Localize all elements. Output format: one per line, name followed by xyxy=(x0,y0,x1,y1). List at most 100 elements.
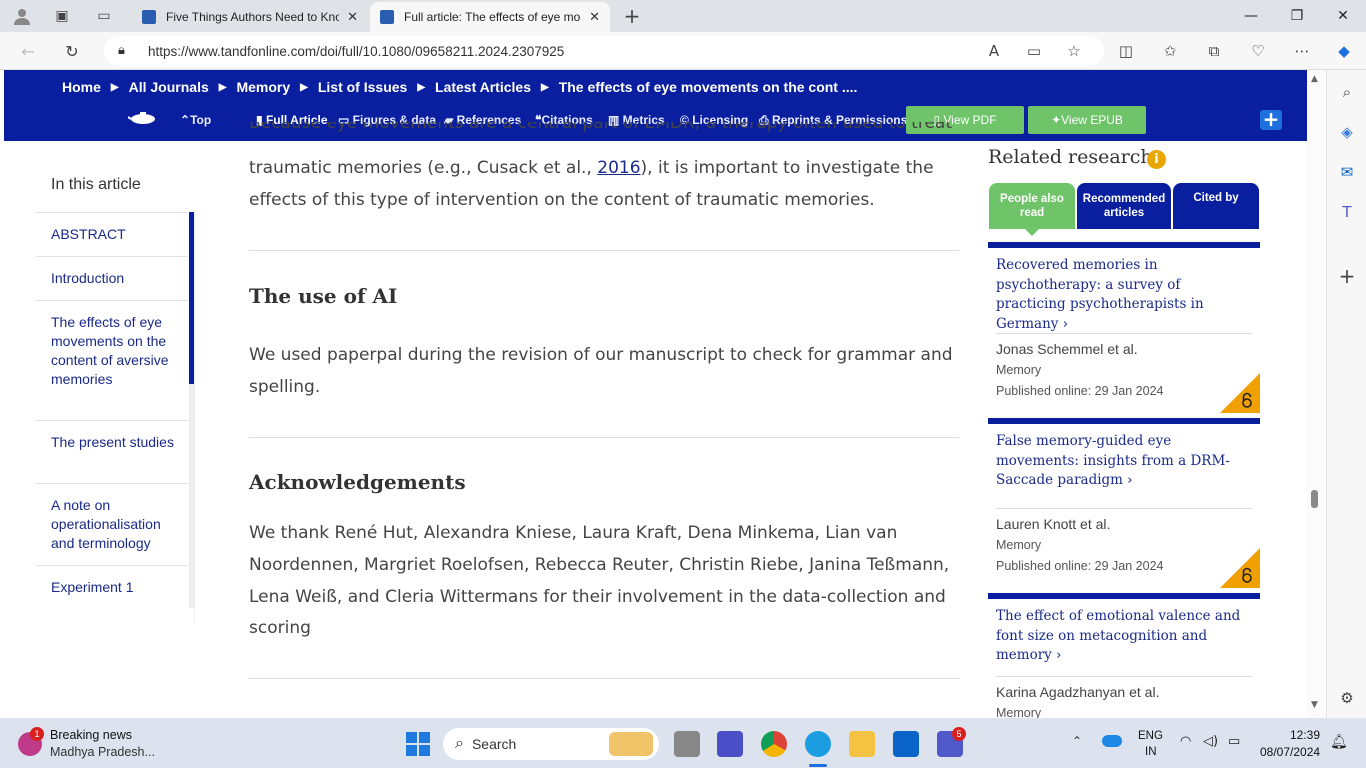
card-date: Published online: 29 Jan 2024 xyxy=(996,559,1164,573)
toc-item-effects-eye-movements[interactable]: The effects of eye movements on the cont… xyxy=(51,313,181,389)
battery-icon[interactable]: ▭ xyxy=(1228,734,1240,749)
scroll-down-icon[interactable]: ▼ xyxy=(1311,700,1318,710)
volume-icon[interactable]: ◁) xyxy=(1203,734,1218,749)
card-authors: Lauren Knott et al. xyxy=(996,516,1111,532)
copilot-icon[interactable]: ◆ xyxy=(1330,38,1358,64)
chrome-icon[interactable] xyxy=(761,731,787,757)
region-label[interactable]: IN xyxy=(1145,746,1157,758)
card-date: Published online: 29 Jan 2024 xyxy=(996,384,1164,398)
outlook-taskbar-icon[interactable] xyxy=(893,731,919,757)
card-top-bar xyxy=(988,593,1260,599)
toc-item-abstract[interactable]: ABSTRACT xyxy=(51,225,181,244)
paragraph-use-of-ai: We used paperpal during the revision of … xyxy=(249,345,953,397)
immersive-reader-icon[interactable]: ▭ xyxy=(1020,38,1048,64)
related-card-2-title[interactable]: False memory-guided eye movements: insig… xyxy=(996,432,1254,491)
lock-icon[interactable]: 🔒︎ xyxy=(118,43,125,58)
wifi-icon[interactable]: ◠ xyxy=(1180,734,1191,749)
related-card-3-title[interactable]: The effect of emotional valence and font… xyxy=(996,607,1254,666)
language-label[interactable]: ENG xyxy=(1138,730,1163,742)
breadcrumb: Home ▶ All Journals ▶ Memory ▶ List of I… xyxy=(62,75,857,99)
section-divider xyxy=(249,678,959,679)
breadcrumb-latest-articles[interactable]: Latest Articles xyxy=(435,79,531,95)
breadcrumb-all-journals[interactable]: All Journals xyxy=(129,79,209,95)
tab-full-article[interactable]: Full article: The effects of eye mo ✕ xyxy=(370,2,610,32)
tab-cited-by[interactable]: Cited by xyxy=(1173,183,1259,229)
toc-item-introduction[interactable]: Introduction xyxy=(51,269,181,288)
new-tab-icon[interactable]: + xyxy=(618,4,646,28)
file-explorer-icon[interactable] xyxy=(849,731,875,757)
profile-icon[interactable] xyxy=(8,4,36,28)
share-plus-button[interactable]: + xyxy=(1260,109,1282,130)
breadcrumb-arrow-icon: ▶ xyxy=(218,81,227,93)
info-icon[interactable]: i xyxy=(1147,150,1166,169)
page-scrollbar[interactable]: ▲ ▼ xyxy=(1307,70,1326,718)
breadcrumb-list-of-issues[interactable]: List of Issues xyxy=(318,79,407,95)
news-title[interactable]: Breaking news xyxy=(50,728,132,742)
breadcrumb-home[interactable]: Home xyxy=(62,79,101,95)
scroll-up-icon[interactable]: ▲ xyxy=(1311,74,1318,84)
favorites-icon[interactable]: ✩ xyxy=(1156,38,1184,64)
chevron-up-icon[interactable]: ⌃ xyxy=(1072,734,1082,748)
paragraph-cut-line: Because eye movements are a central part… xyxy=(249,122,959,141)
close-tab-icon[interactable]: ✕ xyxy=(347,9,358,25)
citation-link[interactable]: 2016 xyxy=(597,158,640,178)
clock-date[interactable]: 08/07/2024 xyxy=(1260,745,1320,759)
breadcrumb-memory[interactable]: Memory xyxy=(236,79,290,95)
card-top-bar xyxy=(988,242,1260,248)
restore-icon[interactable]: ❐ xyxy=(1274,0,1320,32)
search-icon[interactable]: ⌕ xyxy=(1335,80,1359,104)
search-icon: ⌕ xyxy=(455,735,464,752)
url-text[interactable]: https://www.tandfonline.com/doi/full/10.… xyxy=(148,44,564,59)
view-epub-button[interactable]: ✦ View EPUB xyxy=(1028,106,1146,134)
paragraph-text: traumatic memories (e.g., Cusack et al., xyxy=(249,158,598,178)
workspaces-icon[interactable]: ▣ xyxy=(48,4,76,28)
onedrive-icon[interactable] xyxy=(1102,735,1122,747)
favorite-star-icon[interactable]: ☆ xyxy=(1060,38,1088,64)
close-window-icon[interactable]: ✕ xyxy=(1320,0,1366,32)
add-app-icon[interactable]: + xyxy=(1335,264,1359,288)
browser-essentials-icon[interactable]: ♡ xyxy=(1244,38,1272,64)
toc-item-note-operationalisation[interactable]: A note on operationalisation and termino… xyxy=(51,496,181,553)
windows-start-icon[interactable] xyxy=(405,731,431,757)
task-view-icon[interactable] xyxy=(674,731,700,757)
back-icon[interactable]: ← xyxy=(14,38,42,64)
chevron-right-icon: › xyxy=(1127,472,1133,488)
minimize-icon[interactable]: — xyxy=(1228,0,1274,32)
site-favicon-icon xyxy=(380,10,394,24)
collections-icon[interactable]: ⧉ xyxy=(1200,38,1228,64)
read-aloud-icon[interactable]: A xyxy=(980,38,1008,64)
refresh-icon[interactable]: ↻ xyxy=(58,38,86,64)
scrollbar-thumb[interactable] xyxy=(1311,490,1318,508)
tab-five-things[interactable]: Five Things Authors Need to Kno ✕ xyxy=(132,2,368,32)
view-epub-label: View EPUB xyxy=(1061,113,1123,127)
windows-taskbar: 1 Breaking news Madhya Pradesh... ⌕ Sear… xyxy=(0,718,1366,768)
top-link[interactable]: ⌃Top xyxy=(180,113,211,127)
edge-icon[interactable] xyxy=(805,731,831,757)
sidebar-settings-icon[interactable]: ⚙ xyxy=(1335,686,1359,710)
settings-more-icon[interactable]: ⋯ xyxy=(1288,38,1316,64)
teams-badge: 5 xyxy=(952,727,966,741)
close-tab-icon[interactable]: ✕ xyxy=(589,9,600,25)
card-title-text: False memory-guided eye movements: insig… xyxy=(996,433,1230,488)
card-top-bar xyxy=(988,418,1260,424)
news-subtitle[interactable]: Madhya Pradesh... xyxy=(50,745,155,759)
clock-time[interactable]: 12:39 xyxy=(1290,728,1320,742)
related-card-1-title[interactable]: Recovered memories in psychotherapy: a s… xyxy=(996,256,1254,334)
tab-actions-icon[interactable]: ▭ xyxy=(90,4,118,28)
copilot-app-icon[interactable]: ◈ xyxy=(1335,120,1359,144)
tab-people-also-read[interactable]: People also read xyxy=(989,183,1075,229)
meet-icon[interactable] xyxy=(717,731,743,757)
tab-recommended-articles[interactable]: Recommended articles xyxy=(1077,183,1171,229)
toc-item-present-studies[interactable]: The present studies xyxy=(51,433,181,452)
tandf-lamp-logo-icon[interactable] xyxy=(127,110,158,126)
taskbar-search[interactable]: ⌕ Search xyxy=(443,728,659,760)
teams-icon[interactable]: T xyxy=(1335,200,1359,224)
card-authors: Jonas Schemmel et al. xyxy=(996,341,1138,357)
outlook-icon[interactable]: ✉ xyxy=(1335,160,1359,184)
card-journal: Memory xyxy=(996,363,1042,377)
toc-item-experiment-1[interactable]: Experiment 1 xyxy=(51,578,181,597)
split-screen-icon[interactable]: ◫ xyxy=(1112,38,1140,64)
breadcrumb-arrow-icon: ▶ xyxy=(417,81,426,93)
notification-bell-icon[interactable]: 🔔︎ xyxy=(1330,734,1348,750)
address-bar[interactable]: 🔒︎ https://www.tandfonline.com/doi/full/… xyxy=(104,36,1104,66)
